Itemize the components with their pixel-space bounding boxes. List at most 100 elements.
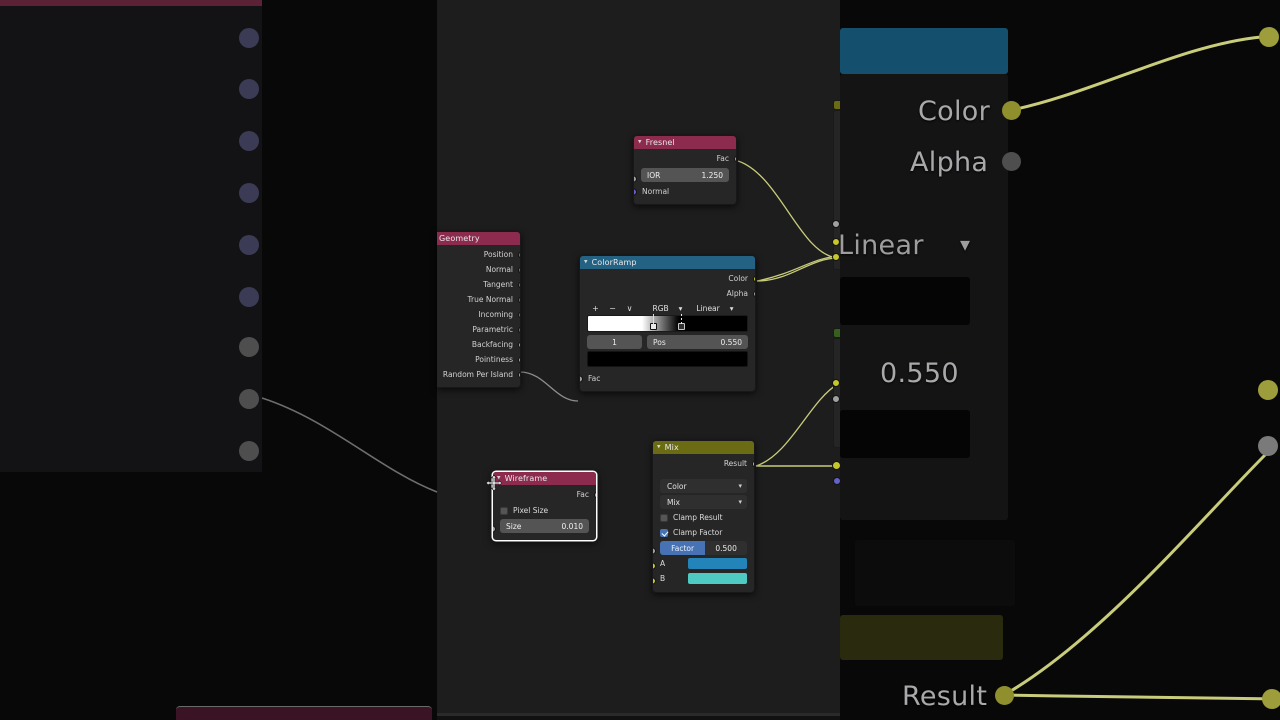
colorramp-stop-handle-0[interactable]	[650, 314, 657, 332]
output-socket-random-per-island[interactable]	[517, 371, 520, 378]
pixel-size-checkbox-icon[interactable]	[500, 506, 508, 515]
checkbox-pixel-size[interactable]: Pixel Size	[500, 504, 589, 517]
output-socket-alpha[interactable]	[752, 290, 755, 297]
mag-stop-color-box	[840, 410, 970, 458]
colorramp-gradient-bar[interactable]	[587, 314, 748, 332]
colorramp-toolbar[interactable]: + − ∨ RGB ▾ Linear ▾	[587, 304, 748, 313]
mag-label-color: Color	[918, 96, 990, 127]
field-ior[interactable]: IOR 1.250	[641, 168, 729, 182]
socket-row-colorramp-alpha[interactable]: Alpha	[580, 286, 755, 301]
socket-row-colorramp-color[interactable]: Color	[580, 271, 755, 286]
stop-index-field[interactable]: 1	[587, 335, 642, 349]
node-colorramp-header[interactable]: ▾ ColorRamp	[580, 256, 755, 269]
socket-row-position[interactable]: Position	[437, 247, 520, 262]
output-socket-backfacing[interactable]	[517, 341, 520, 348]
node-geometry[interactable]: Geometry Position Normal Tangent True No…	[437, 231, 521, 388]
output-socket-normal[interactable]	[517, 266, 520, 273]
colorramp-stop-handle-1[interactable]	[678, 314, 685, 332]
checkbox-clamp-factor[interactable]: Clamp Factor	[660, 526, 747, 539]
input-socket-fac[interactable]	[580, 375, 583, 382]
stop-color-swatch[interactable]	[587, 351, 748, 367]
node-colorramp-title: ColorRamp	[591, 258, 637, 267]
input-socket-factor[interactable]	[653, 547, 656, 555]
node-fresnel-header[interactable]: ▾ Fresnel	[634, 136, 736, 149]
input-b-color-swatch[interactable]	[688, 573, 747, 584]
socket-row-mix-result[interactable]: Result	[653, 456, 754, 471]
socket-row-pointiness[interactable]: Pointiness	[437, 352, 520, 367]
node-wireframe-body: Fac Pixel Size Size 0.010	[493, 485, 596, 540]
field-size-label: Size	[506, 521, 522, 531]
stop-pos-field[interactable]: Pos 0.550	[647, 335, 748, 349]
checkbox-clamp-result[interactable]: Clamp Result	[660, 511, 747, 524]
node-geometry-header[interactable]: Geometry	[437, 232, 520, 245]
chevron-down-icon[interactable]: ▾	[679, 304, 683, 313]
remove-stop-button[interactable]: −	[604, 304, 621, 313]
socket-row-backfacing[interactable]: Backfacing	[437, 337, 520, 352]
mag-socket-random-per-island	[239, 441, 259, 461]
output-label-wireframe-fac: Fac	[576, 490, 589, 499]
output-socket-pointiness[interactable]	[517, 356, 520, 363]
input-socket-ior[interactable]	[634, 175, 637, 183]
mix-data-type-dropdown[interactable]: Color ▾	[660, 479, 747, 493]
chevron-down-icon[interactable]: ▾	[738, 482, 742, 490]
mag-socket-true-normal	[239, 183, 259, 203]
add-stop-button[interactable]: +	[587, 304, 604, 313]
socket-row-true-normal[interactable]: True Normal	[437, 292, 520, 307]
socket-row-tangent[interactable]: Tangent	[437, 277, 520, 292]
mix-blend-mode-dropdown[interactable]: Mix ▾	[660, 495, 747, 509]
output-socket-tangent[interactable]	[517, 281, 520, 288]
row-input-a[interactable]: A	[653, 557, 754, 570]
socket-row-parametric[interactable]: Parametric	[437, 322, 520, 337]
node-wireframe[interactable]: ▾ Wireframe Fac Pixel Size Size 0.010	[492, 471, 597, 541]
collapse-chevron-icon[interactable]: ▾	[584, 258, 588, 266]
input-socket-b[interactable]	[653, 577, 656, 585]
node-mix-header[interactable]: ▾ Mix	[653, 441, 754, 454]
interpolation-dropdown[interactable]: Linear ▾	[696, 304, 733, 313]
color-mode-value: RGB	[652, 304, 669, 313]
output-socket-incoming[interactable]	[517, 311, 520, 318]
output-socket-color[interactable]	[752, 275, 755, 282]
output-socket-wireframe-fac[interactable]	[593, 491, 596, 498]
output-socket-fac[interactable]	[733, 155, 736, 162]
clamp-result-checkbox-icon[interactable]	[660, 513, 668, 522]
offscreen-socket-gray-1[interactable]	[832, 220, 840, 228]
output-socket-result[interactable]	[751, 460, 754, 467]
magnified-geometry-header	[0, 0, 262, 6]
socket-row-fresnel-normal[interactable]: Normal	[634, 184, 736, 199]
socket-row-fresnel-fac[interactable]: Fac	[634, 151, 736, 166]
output-socket-parametric[interactable]	[517, 326, 520, 333]
node-colorramp[interactable]: ▾ ColorRamp Color Alpha + − ∨ RGB ▾ Line…	[579, 255, 756, 392]
node-mix[interactable]: ▾ Mix Result Color ▾ Mix ▾ Clamp Result	[652, 440, 755, 593]
socket-row-colorramp-fac[interactable]: Fac	[580, 371, 755, 386]
offscreen-socket-gray-2[interactable]	[832, 395, 840, 403]
chevron-down-icon[interactable]: ▾	[738, 498, 742, 506]
input-socket-normal[interactable]	[634, 188, 637, 195]
collapse-chevron-icon[interactable]: ▾	[638, 138, 642, 146]
socket-row-normal[interactable]: Normal	[437, 262, 520, 277]
node-geometry-title: Geometry	[439, 234, 480, 243]
field-size[interactable]: Size 0.010	[500, 519, 589, 533]
field-factor[interactable]: Factor 0.500	[660, 541, 747, 555]
color-mode-dropdown[interactable]: RGB ▾	[652, 304, 682, 313]
row-input-b[interactable]: B	[653, 572, 754, 585]
node-editor-canvas[interactable]: ▾ Fresnel Fac IOR 1.250 Normal Geometry …	[0, 0, 1280, 720]
socket-row-incoming[interactable]: Incoming	[437, 307, 520, 322]
node-fresnel[interactable]: ▾ Fresnel Fac IOR 1.250 Normal	[633, 135, 737, 205]
collapse-chevron-icon[interactable]: ▾	[657, 443, 661, 451]
input-socket-a[interactable]	[653, 562, 656, 570]
output-socket-position[interactable]	[517, 251, 520, 258]
factor-label: Factor	[660, 541, 706, 555]
output-socket-true-normal[interactable]	[517, 296, 520, 303]
input-a-color-swatch[interactable]	[688, 558, 747, 569]
ramp-menu-chevron-icon[interactable]: ∨	[621, 304, 638, 313]
node-geometry-body: Position Normal Tangent True Normal Inco…	[437, 245, 520, 387]
node-wireframe-header[interactable]: ▾ Wireframe	[493, 472, 596, 485]
clamp-factor-checkbox-icon[interactable]	[660, 528, 668, 537]
input-socket-size[interactable]	[493, 525, 496, 533]
offscreen-socket-yellow-3[interactable]	[832, 379, 840, 387]
socket-row-random-per-island[interactable]: Random Per Island	[437, 367, 520, 382]
socket-row-wireframe-fac[interactable]: Fac	[493, 487, 596, 502]
gradient-preview	[588, 316, 747, 331]
chevron-down-icon[interactable]: ▾	[730, 304, 734, 313]
factor-value: 0.500	[715, 543, 737, 553]
